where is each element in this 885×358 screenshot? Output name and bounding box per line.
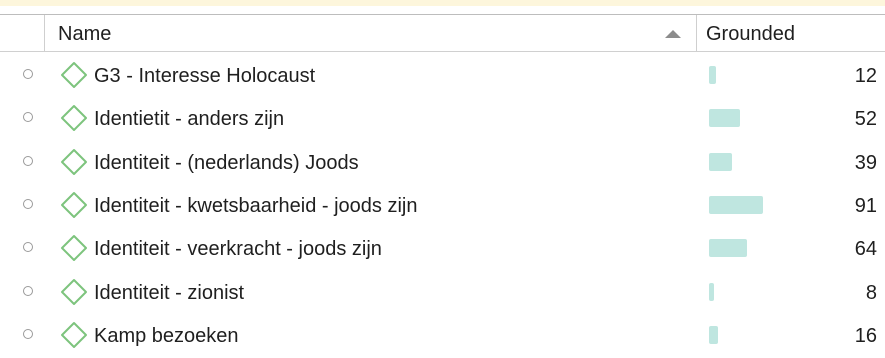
table-row[interactable]: Identietit - anders zijn 52 xyxy=(0,97,885,141)
table-header: Name Grounded xyxy=(0,14,885,52)
column-separator[interactable] xyxy=(696,15,697,51)
grounded-count: 39 xyxy=(854,151,877,174)
grounded-bar xyxy=(709,239,747,258)
diamond-icon xyxy=(61,321,87,348)
row-select-radio[interactable] xyxy=(23,112,33,123)
table-row[interactable]: Kamp bezoeken 16 xyxy=(0,314,885,358)
grounded-bar xyxy=(709,152,732,171)
table-row[interactable]: G3 - Interesse Holocaust 12 xyxy=(0,54,885,98)
row-select-radio[interactable] xyxy=(23,285,33,296)
diamond-icon xyxy=(61,105,87,132)
grounded-count: 8 xyxy=(865,281,877,304)
column-separator[interactable] xyxy=(44,15,45,51)
table-row[interactable]: Identiteit - zionist 8 xyxy=(0,271,885,315)
column-header-name[interactable]: Name xyxy=(58,23,111,45)
code-name: Identiteit - veerkracht - joods zijn xyxy=(94,238,382,261)
row-select-radio[interactable] xyxy=(23,69,33,79)
top-highlight-strip xyxy=(0,0,885,6)
grounded-bar xyxy=(709,195,763,214)
row-select-radio[interactable] xyxy=(23,328,33,339)
row-select-radio[interactable] xyxy=(23,155,33,166)
grounded-count: 91 xyxy=(854,194,877,217)
sort-ascending-icon[interactable] xyxy=(665,30,681,38)
diamond-icon xyxy=(61,62,87,88)
grounded-count: 12 xyxy=(854,65,877,87)
code-name: Identiteit - zionist xyxy=(94,281,245,304)
table-row[interactable]: Identiteit - (nederlands) Joods 39 xyxy=(0,141,885,185)
code-name: Kamp bezoeken xyxy=(94,324,239,347)
code-name: Identiteit - (nederlands) Joods xyxy=(94,151,359,174)
grounded-count: 16 xyxy=(854,324,877,347)
grounded-bar xyxy=(709,325,718,344)
code-name: Identietit - anders zijn xyxy=(94,108,285,131)
row-select-radio[interactable] xyxy=(23,242,33,253)
grounded-count: 52 xyxy=(854,108,877,131)
table-row[interactable]: Identiteit - kwetsbaarheid - joods zijn 9… xyxy=(0,184,885,228)
grounded-bar xyxy=(709,109,740,128)
diamond-icon xyxy=(61,278,87,305)
grounded-bar xyxy=(709,282,714,301)
column-header-grounded[interactable]: Grounded xyxy=(706,23,795,45)
grounded-bar xyxy=(709,66,716,84)
table-row[interactable]: Identiteit - veerkracht - joods zijn 64 xyxy=(0,227,885,271)
code-name: G3 - Interesse Holocaust xyxy=(94,65,316,87)
diamond-icon xyxy=(61,148,87,175)
row-select-radio[interactable] xyxy=(23,198,33,209)
code-name: Identiteit - kwetsbaarheid - joods zijn xyxy=(94,194,418,217)
diamond-icon xyxy=(61,191,87,218)
diamond-icon xyxy=(61,235,87,262)
grounded-count: 64 xyxy=(854,238,877,261)
